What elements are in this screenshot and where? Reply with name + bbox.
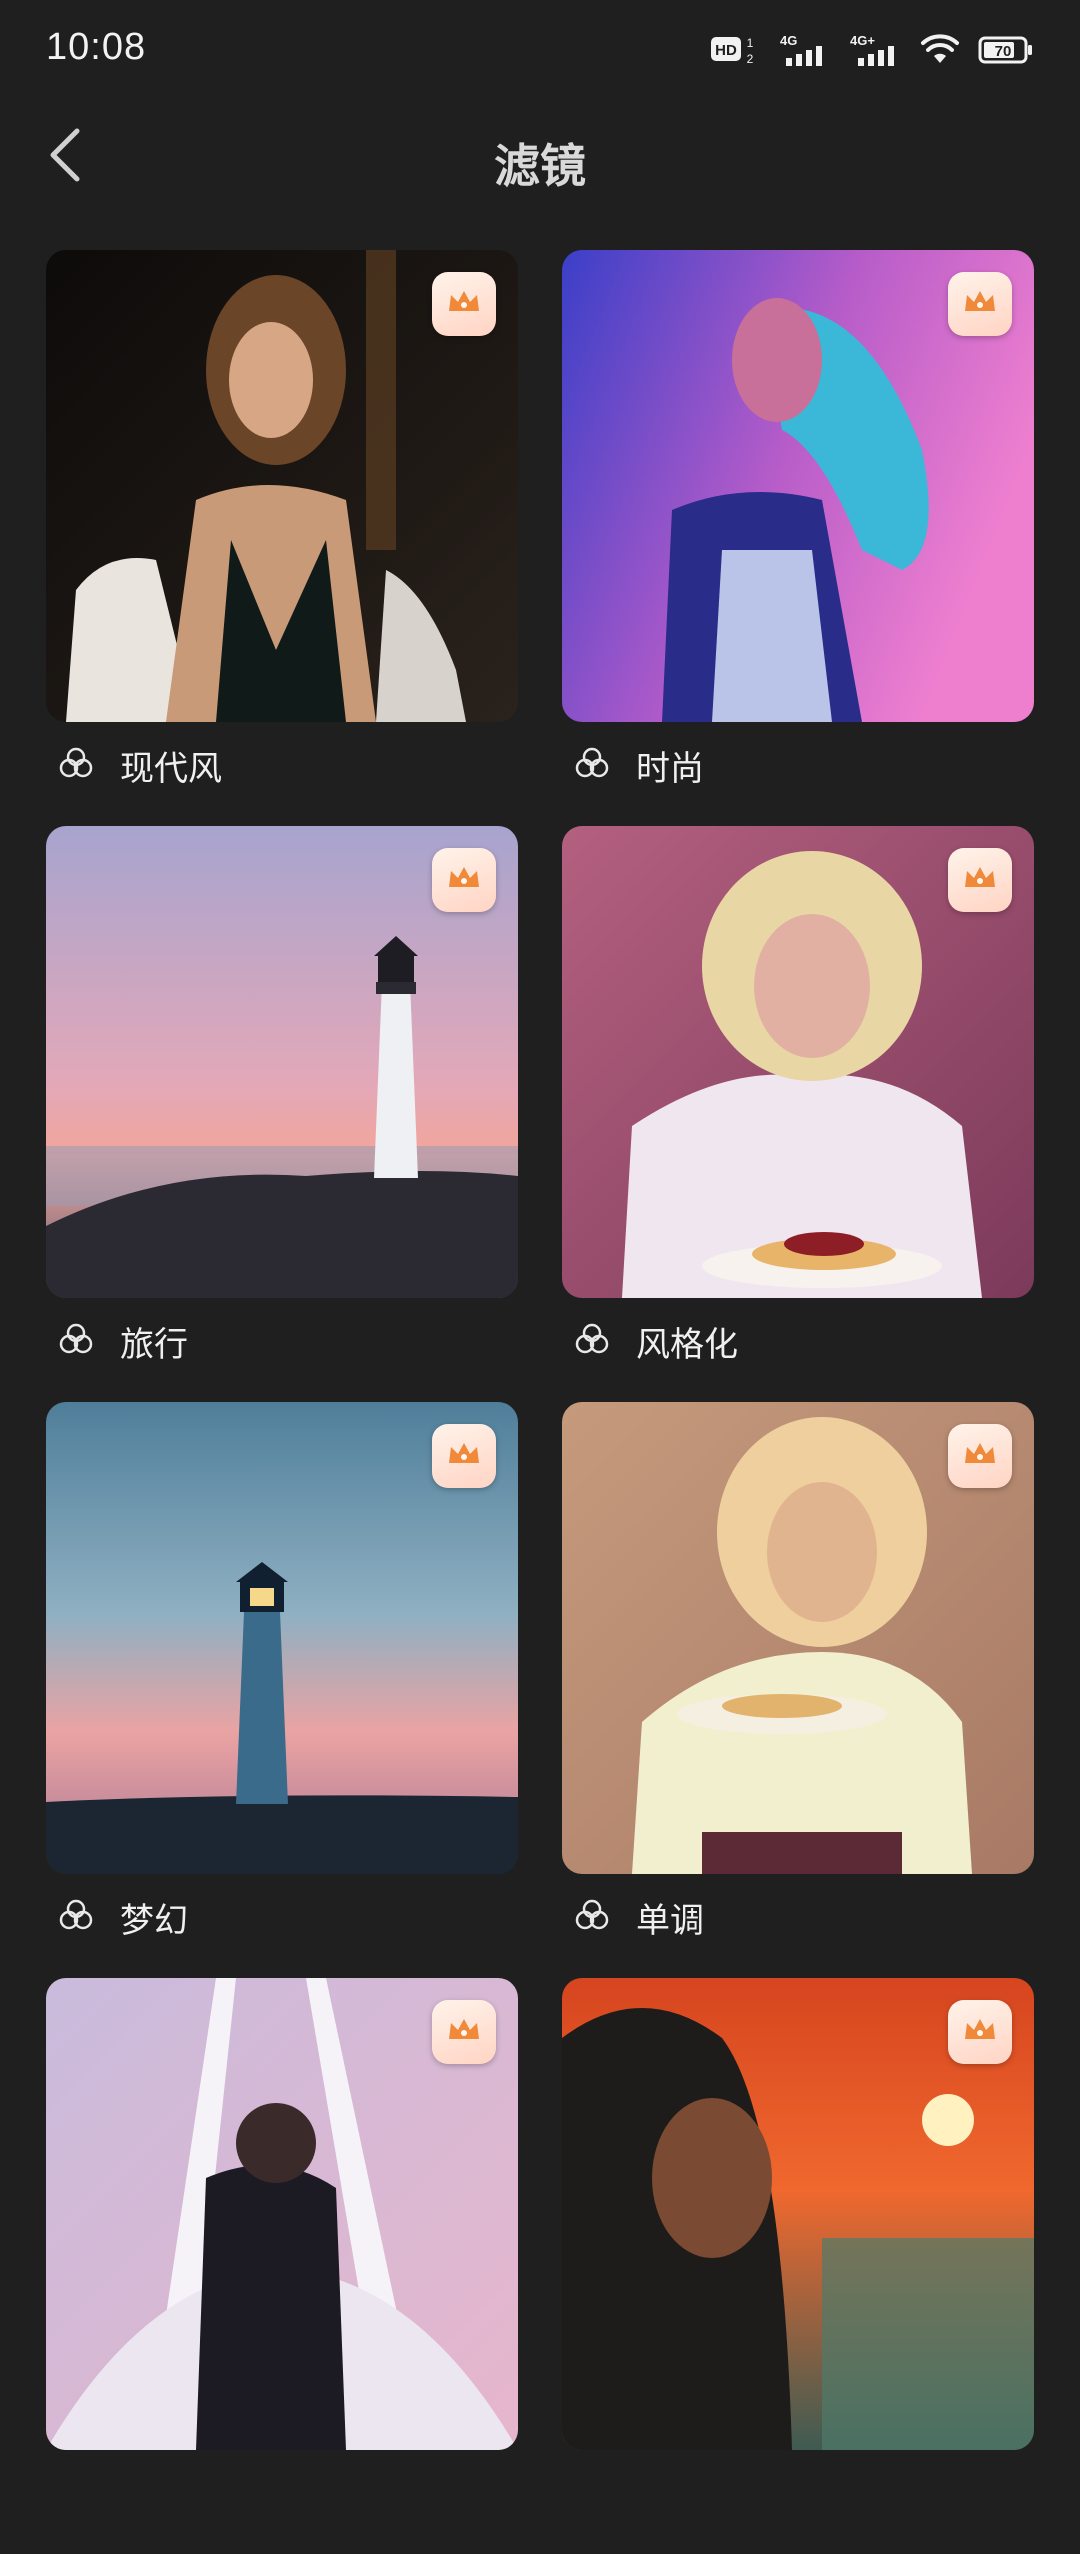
premium-badge: [432, 848, 496, 912]
filter-name: 时尚: [636, 749, 704, 788]
filter-thumbnail: [46, 1978, 518, 2450]
premium-badge: [948, 848, 1012, 912]
premium-badge: [948, 1424, 1012, 1488]
filter-card[interactable]: 旅行: [46, 826, 518, 1402]
filter-card[interactable]: 现代风: [46, 250, 518, 826]
crown-icon: [446, 287, 482, 322]
premium-badge: [432, 1424, 496, 1488]
page-title: 滤镜: [494, 140, 586, 192]
filter-thumbnail: [46, 1402, 518, 1874]
filter-style-icon: [574, 745, 610, 786]
svg-text:2: 2: [747, 52, 754, 66]
premium-badge: [948, 2000, 1012, 2064]
crown-icon: [962, 1439, 998, 1474]
premium-badge: [432, 272, 496, 336]
filter-card[interactable]: 风格化: [562, 826, 1034, 1402]
status-time: 10:08: [46, 26, 147, 68]
filter-card[interactable]: [562, 1978, 1034, 2554]
svg-text:4G+: 4G+: [850, 33, 875, 48]
premium-badge: [948, 272, 1012, 336]
filter-style-icon: [58, 745, 94, 786]
status-icons: HD 1 2 4G 4G+ 70: [710, 30, 1034, 70]
filter-thumbnail: [46, 250, 518, 722]
wifi-icon: [920, 33, 960, 67]
crown-icon: [446, 2015, 482, 2050]
filter-style-icon: [574, 1897, 610, 1938]
filter-card[interactable]: 时尚: [562, 250, 1034, 826]
filter-name: 现代风: [120, 749, 222, 788]
filter-name: 单调: [636, 1901, 704, 1940]
filter-label: 现代风: [58, 740, 222, 790]
crown-icon: [446, 863, 482, 898]
filter-label: 单调: [574, 1892, 704, 1942]
filter-card[interactable]: [46, 1978, 518, 2554]
premium-badge: [432, 2000, 496, 2064]
filter-card[interactable]: 单调: [562, 1402, 1034, 1978]
svg-text:1: 1: [747, 36, 754, 50]
filter-label: 梦幻: [58, 1892, 188, 1942]
crown-icon: [446, 1439, 482, 1474]
filter-style-icon: [58, 1321, 94, 1362]
filter-name: 旅行: [120, 1325, 188, 1364]
filter-style-icon: [58, 1897, 94, 1938]
svg-text:HD: HD: [715, 42, 737, 59]
filter-thumbnail: [562, 250, 1034, 722]
battery-level: 70: [995, 43, 1012, 60]
filter-label: 风格化: [574, 1316, 738, 1366]
filter-thumbnail: [562, 1402, 1034, 1874]
filter-thumbnail: [46, 826, 518, 1298]
filter-grid: 现代风 时尚 旅行 风格化 梦幻 单调: [46, 250, 1034, 2554]
filter-card[interactable]: 梦幻: [46, 1402, 518, 1978]
filter-thumbnail: [562, 826, 1034, 1298]
crown-icon: [962, 2015, 998, 2050]
filter-thumbnail: [562, 1978, 1034, 2450]
battery-icon: 70: [978, 35, 1034, 65]
crown-icon: [962, 287, 998, 322]
filter-name: 梦幻: [120, 1901, 188, 1940]
filter-label: 旅行: [58, 1316, 188, 1366]
filter-style-icon: [574, 1321, 610, 1362]
header: 滤镜: [0, 110, 1080, 200]
filter-label: 时尚: [574, 740, 704, 790]
signal-4g-icon: 4G: [778, 32, 830, 68]
crown-icon: [962, 863, 998, 898]
status-bar: 10:08 HD 1 2 4G 4G+ 70: [0, 0, 1080, 100]
filter-name: 风格化: [636, 1325, 738, 1364]
hd-icon: HD 1 2: [710, 33, 760, 67]
signal-4g-plus-icon: 4G+: [848, 32, 902, 68]
svg-text:4G: 4G: [780, 33, 797, 48]
